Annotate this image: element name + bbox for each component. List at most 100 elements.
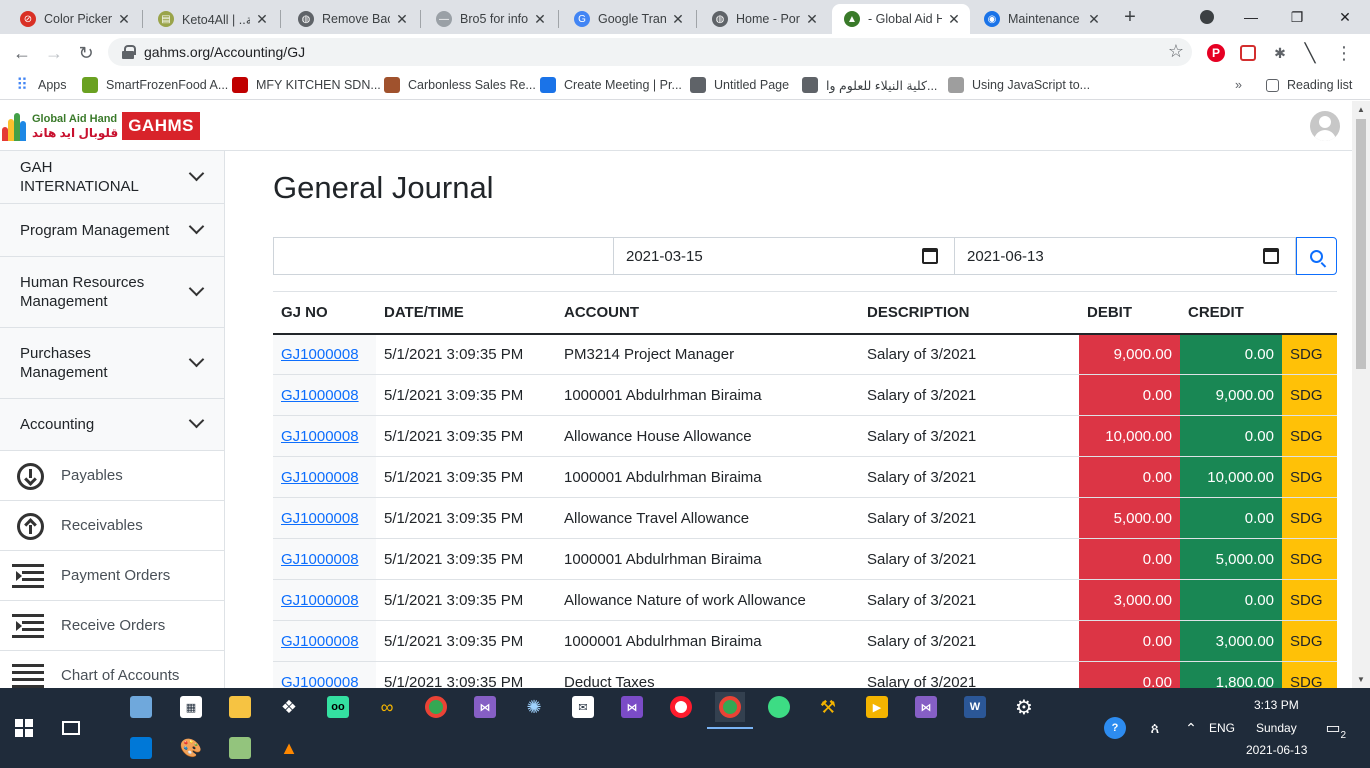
paint-icon[interactable]: 🎨 xyxy=(176,733,206,763)
settings-gear-icon[interactable]: ⚙ xyxy=(1009,692,1039,722)
tray-chevron-up-icon[interactable]: ⌃ xyxy=(1176,713,1206,743)
vlc-icon[interactable]: ▲ xyxy=(274,733,304,763)
column-header-date[interactable]: DATE/TIME xyxy=(376,291,556,335)
sidebar-item-receivables[interactable]: Receivables xyxy=(0,501,224,551)
store-icon[interactable]: ▦ xyxy=(176,692,206,722)
network-app-icon[interactable]: ✺ xyxy=(519,692,549,722)
word-icon[interactable]: W xyxy=(960,692,990,722)
tab-close-icon[interactable]: ✕ xyxy=(670,11,686,28)
browser-tab[interactable]: ◍ Remove Backgr ✕ xyxy=(286,4,418,34)
from-date-input[interactable]: 2021-03-15 xyxy=(614,237,955,275)
scroll-up-arrow-icon[interactable]: ▲ xyxy=(1357,105,1365,114)
gj-number-link[interactable]: GJ1000008 xyxy=(281,592,359,609)
clock-time[interactable]: 3:13 PM xyxy=(1254,698,1299,712)
tab-close-icon[interactable]: ✕ xyxy=(254,11,270,28)
browser-tab[interactable]: ▲ - Global Aid H ✕ xyxy=(832,4,970,34)
sidebar-item-chart-of-accounts[interactable]: Chart of Accounts xyxy=(0,651,224,688)
notification-center-icon[interactable]: ▭ 2 xyxy=(1318,713,1348,743)
sheet-app-icon[interactable] xyxy=(225,733,255,763)
clock-date[interactable]: 2021-06-13 xyxy=(1246,743,1307,757)
tab-close-icon[interactable]: ✕ xyxy=(1086,11,1102,28)
extensions-puzzle-icon[interactable]: ✱ xyxy=(1269,42,1291,64)
column-header-gj-no[interactable]: GJ NO xyxy=(273,291,376,335)
clock-day[interactable]: Sunday xyxy=(1256,721,1297,735)
visual-studio-2-icon[interactable]: ⋈ xyxy=(911,692,941,722)
tab-close-icon[interactable]: ✕ xyxy=(116,11,132,28)
page-scrollbar[interactable]: ▲ ▼ xyxy=(1352,101,1370,688)
tab-close-icon[interactable]: ✕ xyxy=(946,11,962,28)
apps-bookmark[interactable]: ⠿ Apps xyxy=(14,76,66,94)
opera-icon[interactable] xyxy=(666,692,696,722)
column-header-description[interactable]: DESCRIPTION xyxy=(859,291,1079,335)
notepad-icon[interactable] xyxy=(126,692,156,722)
gj-number-link[interactable]: GJ1000008 xyxy=(281,387,359,404)
back-arrow-icon[interactable]: ← xyxy=(10,41,34,65)
bookmark-star-icon[interactable]: ☆ xyxy=(1168,41,1184,62)
visual-studio-icon[interactable]: ⋈ xyxy=(470,692,500,722)
gj-number-link[interactable]: GJ1000008 xyxy=(281,346,359,363)
bookmark-item[interactable]: Using JavaScript to... xyxy=(948,76,1090,94)
bookmark-item[interactable]: كلية النيلاء للعلوم وا... xyxy=(802,76,937,94)
to-date-input[interactable]: 2021-06-13 xyxy=(955,237,1296,275)
reload-icon[interactable]: ↻ xyxy=(74,41,98,65)
file-explorer-icon[interactable] xyxy=(225,692,255,722)
pen-extension-icon[interactable]: ╲ xyxy=(1299,42,1321,64)
reading-list-button[interactable]: Reading list xyxy=(1266,76,1352,94)
people-icon[interactable]: ጰ xyxy=(1140,713,1170,743)
bookmark-item[interactable]: Create Meeting | Pr... xyxy=(540,76,682,94)
vs-code-icon[interactable]: ⋈ xyxy=(617,692,647,722)
sidebar-section-program-management[interactable]: Program Management xyxy=(0,204,224,257)
gj-number-link[interactable]: GJ1000008 xyxy=(281,633,359,650)
language-indicator[interactable]: ENG xyxy=(1209,721,1235,735)
column-header-credit[interactable]: CREDIT xyxy=(1180,291,1282,335)
browser-tab[interactable]: — Bro5 for infor ✕ xyxy=(424,4,556,34)
sidebar-item-receive-orders[interactable]: Receive Orders xyxy=(0,601,224,651)
gj-number-link[interactable]: GJ1000008 xyxy=(281,428,359,445)
browser-tab[interactable]: ▤ Keto4All | ..ية ✕ xyxy=(146,4,278,34)
sidebar-section-human-resources[interactable]: Human Resources Management xyxy=(0,257,224,328)
scrollbar-thumb[interactable] xyxy=(1356,119,1366,369)
task-view-icon[interactable] xyxy=(56,713,86,743)
dropbox-icon[interactable]: ❖ xyxy=(274,692,304,722)
forward-arrow-icon[interactable]: → xyxy=(42,41,66,65)
browser-tab[interactable]: G Google Transla ✕ xyxy=(562,4,694,34)
user-avatar[interactable] xyxy=(1310,111,1340,141)
gahms-logo[interactable]: Global Aid Hand قلوبال ايد هاند GAHMS xyxy=(0,107,200,145)
gj-number-link[interactable]: GJ1000008 xyxy=(281,674,359,689)
search-button[interactable] xyxy=(1296,237,1337,275)
mail-icon[interactable]: ✉ xyxy=(568,692,598,722)
infinity-app-icon[interactable]: ∞ xyxy=(372,692,402,722)
gj-number-link[interactable]: GJ1000008 xyxy=(281,551,359,568)
browser-tab[interactable]: ◍ Home - Portfol ✕ xyxy=(700,4,828,34)
tab-search-button[interactable] xyxy=(1184,0,1230,34)
calendar-icon[interactable] xyxy=(1263,248,1279,264)
gj-number-link[interactable]: GJ1000008 xyxy=(281,510,359,527)
tab-close-icon[interactable]: ✕ xyxy=(804,11,820,28)
column-header-debit[interactable]: DEBIT xyxy=(1079,291,1180,335)
bookmark-item[interactable]: MFY KITCHEN SDN... xyxy=(232,76,381,94)
browser-menu-icon[interactable]: ⋮ xyxy=(1333,42,1355,64)
bookmark-item[interactable]: SmartFrozenFood A... xyxy=(82,76,228,94)
address-bar[interactable]: gahms.org/Accounting/GJ ☆ xyxy=(108,38,1192,66)
calendar-icon[interactable] xyxy=(922,248,938,264)
android-studio-icon[interactable] xyxy=(764,692,794,722)
sidebar-item-payment-orders[interactable]: Payment Orders xyxy=(0,551,224,601)
column-header-account[interactable]: ACCOUNT xyxy=(556,291,859,335)
tools-app-icon[interactable]: ⚒ xyxy=(813,692,843,722)
chrome-active-icon[interactable] xyxy=(715,692,745,722)
browser-tab[interactable]: ◉ Maintenance ✕ xyxy=(972,4,1110,34)
windows-start-icon[interactable] xyxy=(9,713,39,743)
sidebar-section-purchases[interactable]: Purchases Management xyxy=(0,328,224,399)
tab-close-icon[interactable]: ✕ xyxy=(394,11,410,28)
scroll-down-arrow-icon[interactable]: ▼ xyxy=(1357,675,1365,684)
help-icon[interactable]: ? xyxy=(1100,713,1130,743)
tab-close-icon[interactable]: ✕ xyxy=(532,11,548,28)
more-bookmarks-icon[interactable]: » xyxy=(1235,76,1242,94)
sidebar-item-payables[interactable]: Payables xyxy=(0,451,224,501)
photos-icon[interactable] xyxy=(126,733,156,763)
search-input[interactable] xyxy=(273,237,614,275)
pinterest-extension-icon[interactable]: P xyxy=(1205,42,1227,64)
close-window-button[interactable]: ✕ xyxy=(1322,0,1368,34)
tripadvisor-icon[interactable]: oo xyxy=(323,692,353,722)
sidebar-section-accounting[interactable]: Accounting xyxy=(0,399,224,451)
